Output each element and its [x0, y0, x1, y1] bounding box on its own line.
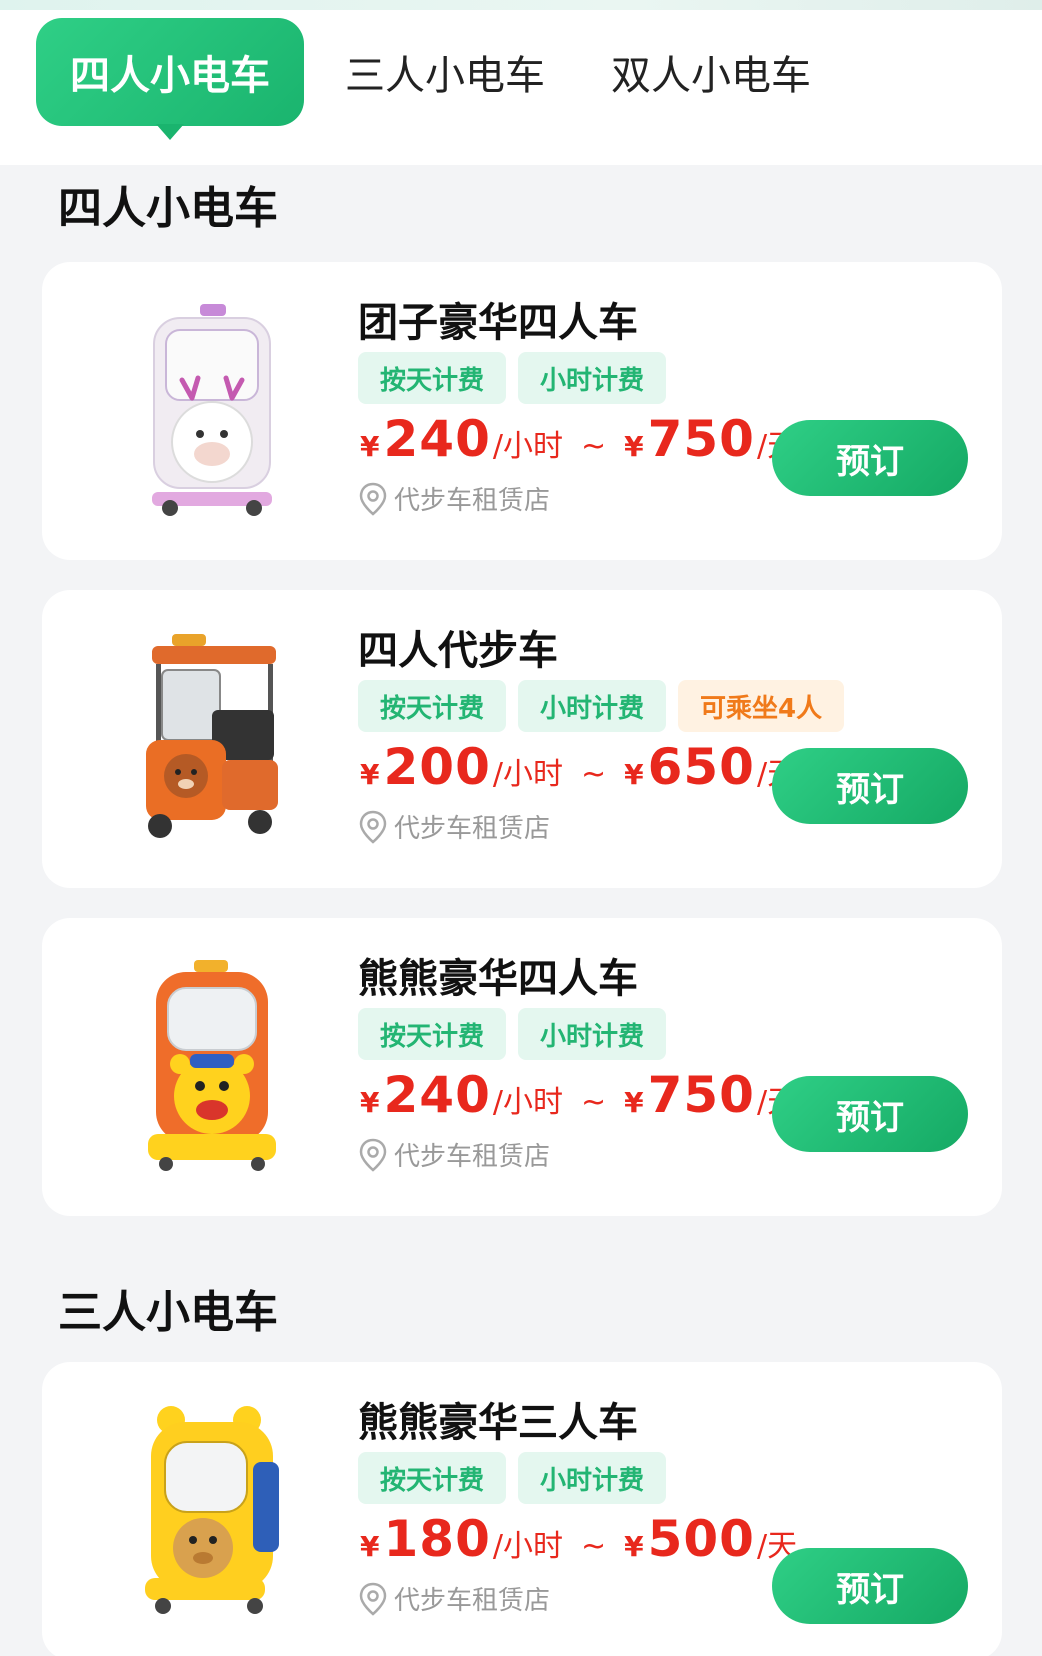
- currency-symbol: ¥: [624, 430, 644, 463]
- hourly-unit: /小时: [492, 429, 563, 464]
- store-location: 代步车租赁店: [358, 480, 550, 517]
- orange-bear-car-icon: [82, 938, 342, 1193]
- tag-list: 按天计费 小时计费 可乘坐4人: [358, 680, 845, 732]
- tab-three-seat[interactable]: 三人小电车: [330, 18, 560, 126]
- price-range: ¥ 240 /小时 ~ ¥ 750 /天: [360, 1066, 797, 1124]
- product-card[interactable]: 四人代步车 按天计费 小时计费 可乘坐4人 ¥ 200 /小时 ~ ¥ 650 …: [42, 590, 1002, 888]
- product-name: 熊熊豪华四人车: [358, 956, 638, 1002]
- hourly-price: 240: [383, 410, 491, 468]
- tag-hourly: 小时计费: [518, 1008, 667, 1060]
- currency-symbol: ¥: [360, 430, 380, 463]
- product-name: 四人代步车: [358, 628, 558, 674]
- range-separator: ~: [580, 1529, 607, 1564]
- header-strip: [0, 0, 1042, 10]
- store-name: 代步车租赁店: [394, 1586, 551, 1616]
- store-location: 代步车租赁店: [358, 808, 550, 845]
- hourly-unit: /小时: [492, 1085, 563, 1120]
- currency-symbol: ¥: [360, 1086, 380, 1119]
- tag-hourly: 小时计费: [518, 1452, 667, 1504]
- product-name: 团子豪华四人车: [358, 300, 638, 346]
- product-card[interactable]: 熊熊豪华三人车 按天计费 小时计费 ¥ 180 /小时 ~ ¥ 500 /天 代…: [42, 1362, 1002, 1656]
- store-location: 代步车租赁店: [358, 1580, 550, 1617]
- book-button[interactable]: 预订: [772, 420, 968, 496]
- currency-symbol: ¥: [624, 1086, 644, 1119]
- section-title: 三人小电车: [58, 1287, 278, 1338]
- tag-daily: 按天计费: [358, 680, 507, 732]
- hourly-price: 240: [383, 1066, 491, 1124]
- tab-bar: 四人小电车 三人小电车 双人小电车: [0, 0, 1042, 165]
- range-separator: ~: [580, 757, 607, 792]
- currency-symbol: ¥: [624, 1530, 644, 1563]
- daily-price: 750: [647, 410, 755, 468]
- tag-daily: 按天计费: [358, 352, 507, 404]
- yellow-bear-car-icon: [82, 1382, 342, 1637]
- currency-symbol: ¥: [624, 758, 644, 791]
- daily-price: 650: [647, 738, 755, 796]
- store-location: 代步车租赁店: [358, 1136, 550, 1173]
- product-card[interactable]: 团子豪华四人车 按天计费 小时计费 ¥ 240 /小时 ~ ¥ 750 /天 代…: [42, 262, 1002, 560]
- tag-daily: 按天计费: [358, 1452, 507, 1504]
- price-range: ¥ 180 /小时 ~ ¥ 500 /天: [360, 1510, 797, 1568]
- hourly-price: 180: [383, 1510, 491, 1568]
- tag-hourly: 小时计费: [518, 680, 667, 732]
- product-card[interactable]: 熊熊豪华四人车 按天计费 小时计费 ¥ 240 /小时 ~ ¥ 750 /天 代…: [42, 918, 1002, 1216]
- currency-symbol: ¥: [360, 758, 380, 791]
- tab-two-seat[interactable]: 双人小电车: [596, 18, 826, 126]
- white-bear-car-icon: [82, 282, 342, 537]
- store-name: 代步车租赁店: [394, 486, 551, 516]
- tab-four-seat[interactable]: 四人小电车: [36, 18, 304, 126]
- location-pin-icon: [359, 1138, 387, 1172]
- book-button[interactable]: 预订: [772, 748, 968, 824]
- location-pin-icon: [359, 482, 387, 516]
- orange-open-car-icon: [82, 610, 342, 865]
- book-button[interactable]: 预订: [772, 1548, 968, 1624]
- hourly-unit: /小时: [492, 757, 563, 792]
- price-range: ¥ 200 /小时 ~ ¥ 650 /天: [360, 738, 797, 796]
- range-separator: ~: [580, 1085, 607, 1120]
- hourly-price: 200: [383, 738, 491, 796]
- store-name: 代步车租赁店: [394, 1142, 551, 1172]
- tag-hourly: 小时计费: [518, 352, 667, 404]
- range-separator: ~: [580, 429, 607, 464]
- tag-list: 按天计费 小时计费: [358, 352, 667, 404]
- tag-list: 按天计费 小时计费: [358, 1008, 667, 1060]
- tag-daily: 按天计费: [358, 1008, 507, 1060]
- tag-capacity: 可乘坐4人: [678, 680, 845, 732]
- product-name: 熊熊豪华三人车: [358, 1400, 638, 1446]
- store-name: 代步车租赁店: [394, 814, 551, 844]
- daily-price: 750: [647, 1066, 755, 1124]
- price-range: ¥ 240 /小时 ~ ¥ 750 /天: [360, 410, 797, 468]
- currency-symbol: ¥: [360, 1530, 380, 1563]
- location-pin-icon: [359, 810, 387, 844]
- section-title: 四人小电车: [58, 183, 278, 234]
- hourly-unit: /小时: [492, 1529, 563, 1564]
- tag-list: 按天计费 小时计费: [358, 1452, 667, 1504]
- book-button[interactable]: 预订: [772, 1076, 968, 1152]
- location-pin-icon: [359, 1582, 387, 1616]
- daily-price: 500: [647, 1510, 755, 1568]
